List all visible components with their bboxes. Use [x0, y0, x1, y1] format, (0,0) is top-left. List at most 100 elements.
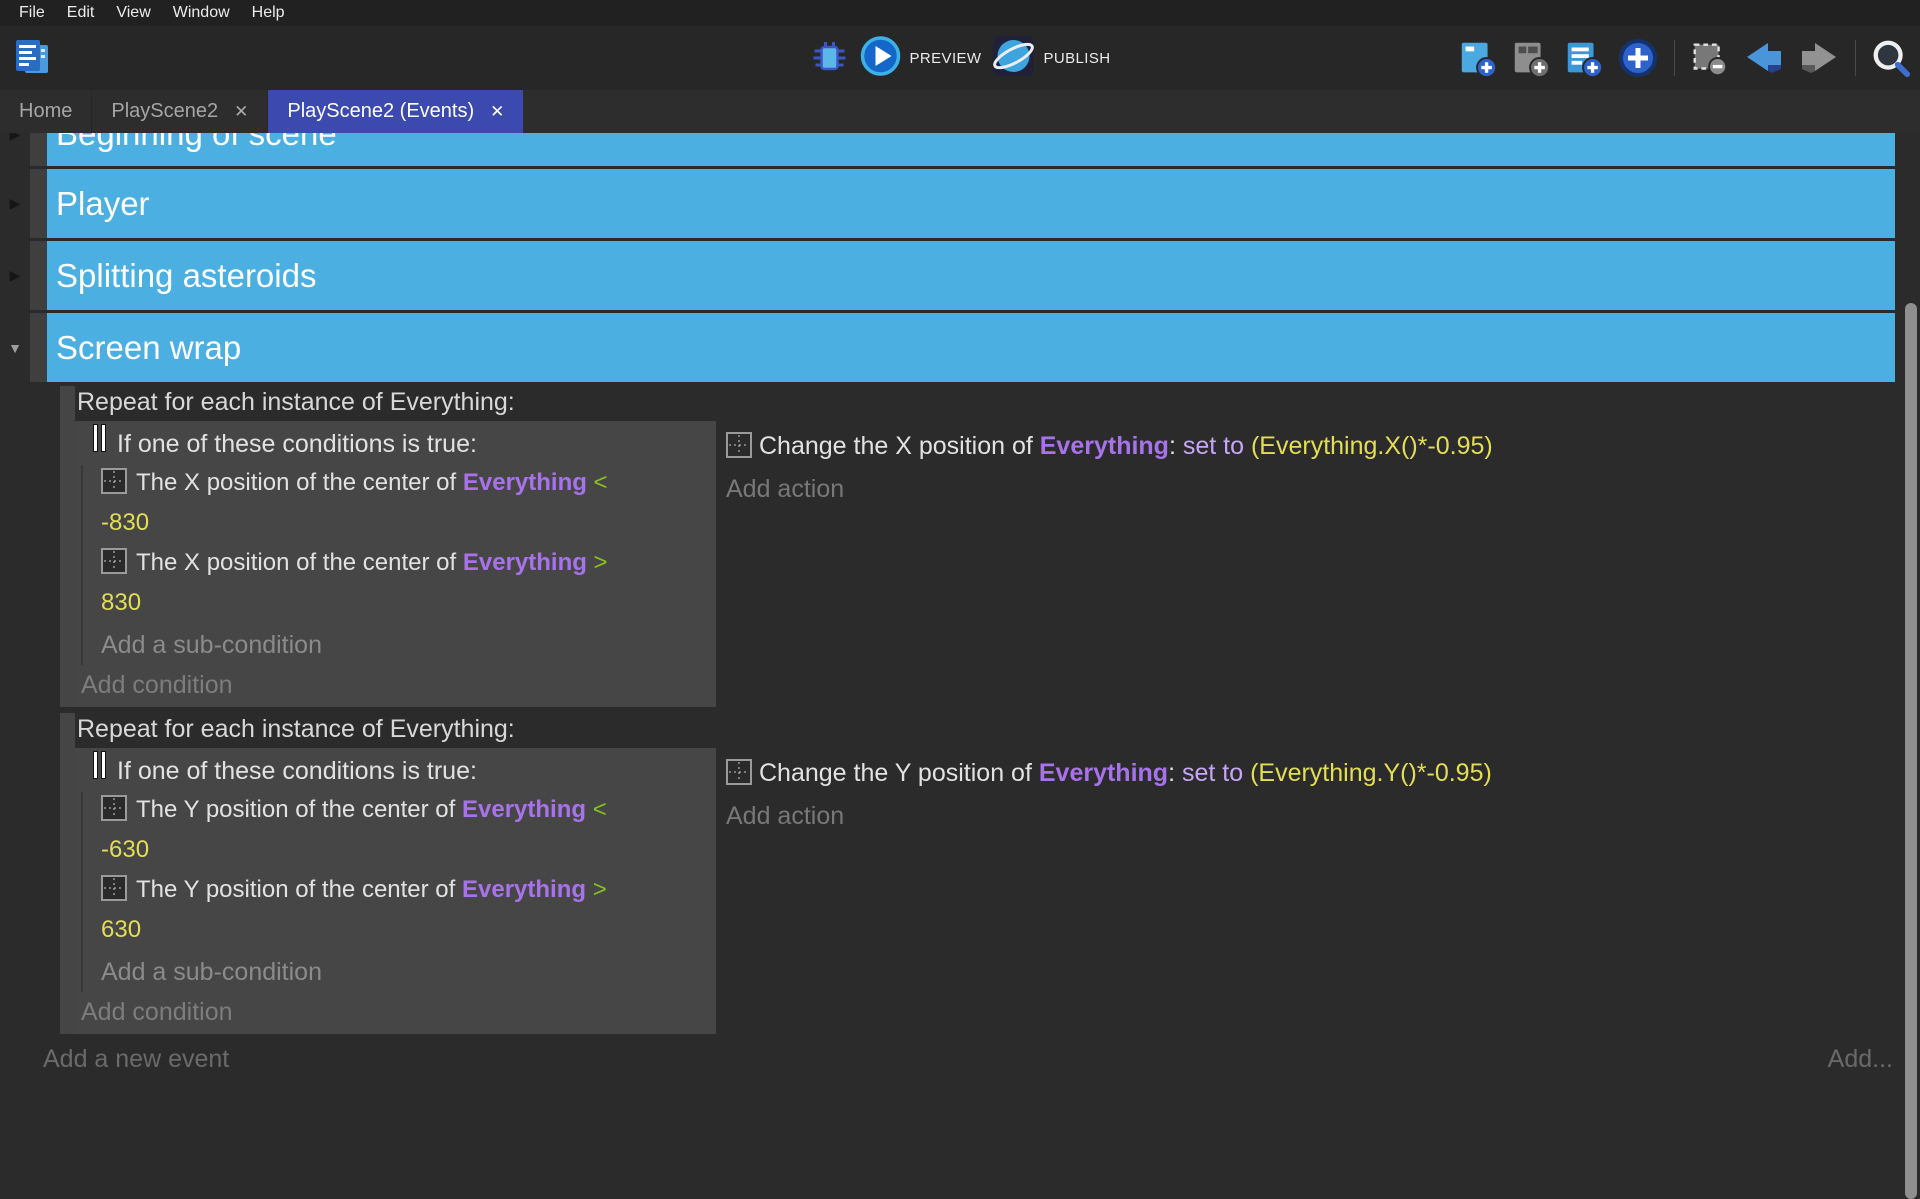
toolbar-separator: [1674, 40, 1675, 76]
operator: <: [587, 469, 608, 496]
group-drag-handle[interactable]: [30, 169, 47, 238]
add-action-link[interactable]: Add action: [726, 798, 1895, 834]
group-beginning-of-scene[interactable]: ▶ Beginning of scene: [0, 133, 1920, 166]
main-toolbar: PREVIEW PUBLISH: [0, 26, 1920, 90]
or-condition-row[interactable]: If one of these conditions is true:: [79, 750, 710, 792]
position-icon: [726, 432, 752, 467]
condition-x-greater[interactable]: The X position of the center of Everythi…: [83, 545, 710, 621]
close-icon[interactable]: ✕: [490, 103, 504, 120]
add-sub-condition-link[interactable]: Add a sub-condition: [83, 625, 710, 665]
add-condition-link[interactable]: Add condition: [79, 992, 710, 1032]
caret-right-icon[interactable]: ▶: [10, 195, 21, 212]
condition-value: -830: [101, 505, 710, 541]
project-manager-icon[interactable]: [10, 35, 54, 86]
group-drag-handle[interactable]: [30, 313, 47, 382]
event-body: Repeat for each instance of Everything: …: [75, 386, 1895, 707]
event-drag-handle[interactable]: [60, 713, 75, 1034]
event-repeat-y[interactable]: Repeat for each instance of Everything: …: [60, 713, 1895, 1034]
event-body: Repeat for each instance of Everything: …: [75, 713, 1895, 1034]
add-more-link[interactable]: Add...: [1828, 1045, 1893, 1074]
group-player[interactable]: ▶ Player: [0, 169, 1920, 238]
action-expression: (Everything.Y()*-0.95): [1243, 759, 1492, 787]
tab-playscene2[interactable]: PlayScene2 ✕: [91, 90, 267, 133]
add-sub-condition-link[interactable]: Add a sub-condition: [83, 952, 710, 992]
add-event-icon[interactable]: [1457, 37, 1499, 79]
group-title: Screen wrap: [56, 329, 241, 367]
caret-down-icon[interactable]: ▼: [8, 340, 22, 356]
toolbar-separator: [1855, 40, 1856, 76]
undo-icon[interactable]: [1742, 36, 1786, 80]
or-condition-label: If one of these conditions is true:: [117, 423, 477, 465]
menu-bar: File Edit View Window Help: [0, 0, 1920, 26]
action-separator: :: [1168, 759, 1182, 787]
condition-text: The X position of the center of: [136, 549, 463, 576]
menu-window[interactable]: Window: [162, 0, 241, 26]
preview-button[interactable]: PREVIEW: [860, 35, 982, 82]
close-icon[interactable]: ✕: [234, 103, 248, 120]
menu-view[interactable]: View: [105, 0, 161, 26]
add-action-link[interactable]: Add action: [726, 471, 1895, 507]
delete-selection-icon[interactable]: [1689, 37, 1731, 79]
caret-right-icon[interactable]: ▶: [10, 133, 21, 143]
caret-right-icon[interactable]: ▶: [10, 267, 21, 284]
condition-x-less[interactable]: The X position of the center of Everythi…: [83, 465, 710, 541]
tab-playscene2-events[interactable]: PlayScene2 (Events) ✕: [267, 90, 523, 133]
or-condition-label: If one of these conditions is true:: [117, 750, 477, 792]
toolbar-center-group: PREVIEW PUBLISH: [810, 26, 1111, 90]
add-condition-link[interactable]: Add condition: [79, 665, 710, 705]
operator: >: [587, 549, 608, 576]
or-condition-row[interactable]: If one of these conditions is true:: [79, 423, 710, 465]
editor-tab-bar: Home PlayScene2 ✕ PlayScene2 (Events) ✕: [0, 90, 1920, 133]
tab-label: PlayScene2 (Events): [287, 100, 474, 123]
group-caret-column: ▶: [0, 241, 30, 310]
position-icon: [101, 548, 127, 585]
group-header-bar[interactable]: Splitting asteroids: [47, 241, 1895, 310]
group-caret-column: ▶: [0, 133, 30, 166]
group-header-bar[interactable]: Player: [47, 169, 1895, 238]
group-splitting-asteroids[interactable]: ▶ Splitting asteroids: [0, 241, 1920, 310]
condition-text: The Y position of the center of: [136, 876, 462, 903]
group-header-bar[interactable]: Screen wrap: [47, 313, 1895, 382]
actions-column: Change the X position of Everything: set…: [726, 421, 1895, 507]
add-comment-icon[interactable]: [1563, 37, 1605, 79]
group-caret-column: ▶: [0, 169, 30, 238]
menu-edit[interactable]: Edit: [56, 0, 106, 26]
group-drag-handle[interactable]: [30, 241, 47, 310]
condition-y-less[interactable]: The Y position of the center of Everythi…: [83, 792, 710, 868]
group-screen-wrap[interactable]: ▼ Screen wrap: [0, 313, 1920, 382]
condition-text: The Y position of the center of: [136, 796, 462, 823]
search-icon[interactable]: [1870, 37, 1912, 79]
repeat-header[interactable]: Repeat for each instance of Everything:: [75, 713, 1895, 746]
operator: <: [586, 796, 607, 823]
add-new-event-link[interactable]: Add a new event: [43, 1045, 229, 1074]
condition-value: -630: [101, 832, 710, 868]
group-caret-column: ▼: [0, 313, 30, 382]
action-expression: (Everything.X()*-0.95): [1244, 432, 1493, 460]
preview-label: PREVIEW: [910, 50, 982, 67]
vertical-scrollbar[interactable]: [1905, 303, 1917, 1199]
debugger-bug-icon[interactable]: [810, 38, 850, 78]
events-toolbar-group: [1457, 26, 1912, 90]
add-subevent-icon[interactable]: [1510, 37, 1552, 79]
event-columns: If one of these conditions is true:: [75, 421, 1895, 707]
position-icon: [726, 759, 752, 794]
action-change-y[interactable]: Change the Y position of Everything: set…: [726, 756, 1895, 794]
actions-column: Change the Y position of Everything: set…: [726, 748, 1895, 834]
or-condition-icon: [93, 750, 106, 792]
event-repeat-x[interactable]: Repeat for each instance of Everything: …: [60, 386, 1895, 707]
conditions-block: If one of these conditions is true:: [75, 421, 716, 707]
choose-add-event-icon[interactable]: [1616, 36, 1660, 80]
tab-label: PlayScene2: [111, 100, 218, 123]
publish-button[interactable]: PUBLISH: [991, 34, 1110, 83]
tab-home[interactable]: Home: [0, 90, 91, 133]
action-change-x[interactable]: Change the X position of Everything: set…: [726, 429, 1895, 467]
group-drag-handle[interactable]: [30, 133, 47, 166]
event-drag-handle[interactable]: [60, 386, 75, 707]
redo-icon[interactable]: [1797, 36, 1841, 80]
group-header-bar[interactable]: Beginning of scene: [47, 133, 1895, 166]
menu-help[interactable]: Help: [241, 0, 296, 26]
menu-file[interactable]: File: [8, 0, 56, 26]
conditions-block: If one of these conditions is true:: [75, 748, 716, 1034]
repeat-header[interactable]: Repeat for each instance of Everything:: [75, 386, 1895, 419]
condition-y-greater[interactable]: The Y position of the center of Everythi…: [83, 872, 710, 948]
